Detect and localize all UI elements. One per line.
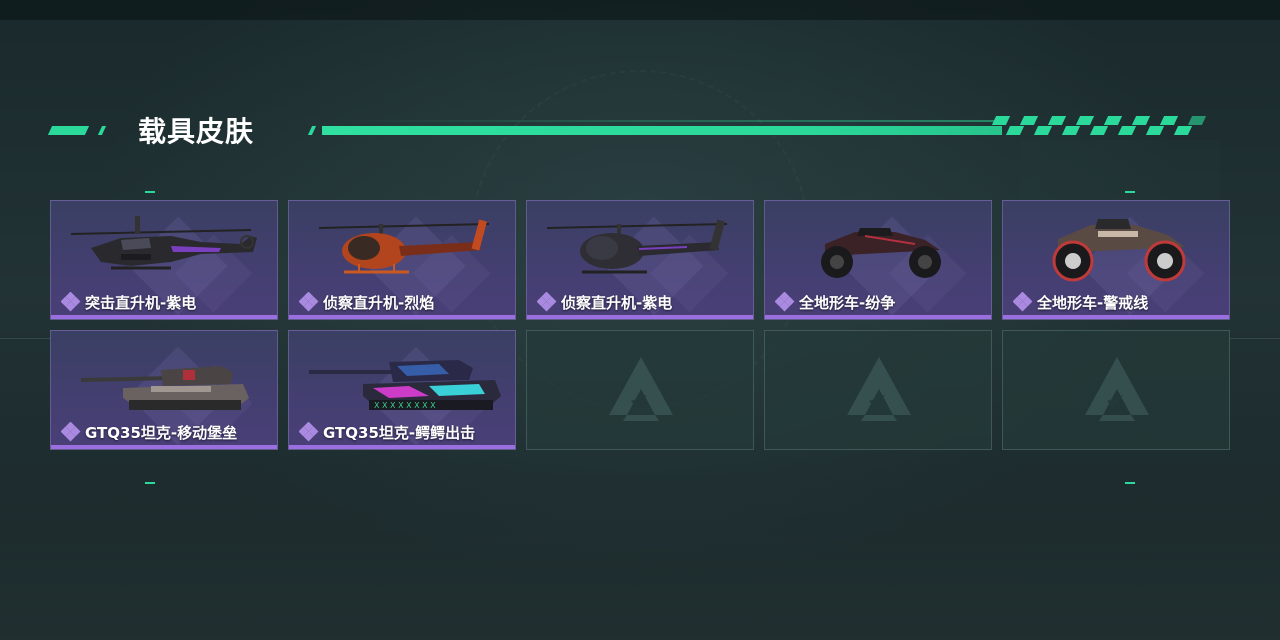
section-header: 载具皮肤 [0, 100, 1280, 160]
background-haze [0, 470, 1280, 640]
skin-card-scout-helicopter-violet[interactable]: 侦察直升机-紫电 [526, 200, 754, 320]
atv-icon [821, 228, 941, 278]
header-accent [307, 126, 317, 135]
skin-label: 突击直升机-紫电 [61, 292, 196, 312]
atv-icon [1052, 219, 1186, 282]
tank-icon: X X X X X X X X [309, 360, 501, 410]
skin-card-tank-crocodile-strike[interactable]: X X X X X X X X GTQ35坦克-鳄鳄出击 [288, 330, 516, 450]
skin-label: 侦察直升机-烈焰 [299, 292, 434, 312]
skin-card-tank-mobile-fortress[interactable]: GTQ35坦克-移动堡垒 [50, 330, 278, 450]
purple-rarity-icon [61, 292, 81, 312]
skin-card-attack-helicopter-violet[interactable]: 突击直升机-紫电 [50, 200, 278, 320]
tank-icon [80, 366, 249, 410]
corner-tick [145, 191, 155, 193]
skin-card-atv-discord[interactable]: 全地形车-纷争 [764, 200, 992, 320]
skin-label: 全地形车-警戒线 [1013, 292, 1148, 312]
corner-tick [1125, 482, 1135, 484]
svg-text:X X X X X X X X: X X X X X X X X [374, 401, 436, 410]
skin-label: GTQ35坦克-鳄鳄出击 [299, 422, 475, 442]
game-logo-icon [847, 357, 911, 421]
vehicle-skins-screen: 载具皮肤 突击直升机-紫电 侦察直升机-烈焰 侦察直升机-紫电 全地形车-纷争 … [0, 0, 1280, 640]
skin-name: 突击直升机-紫电 [85, 293, 197, 312]
skin-name: 全地形车-警戒线 [1037, 293, 1149, 312]
frame-line-right [1230, 338, 1280, 339]
skin-name: 全地形车-纷争 [799, 293, 896, 312]
purple-rarity-icon [61, 422, 81, 442]
attack-helicopter-icon [70, 216, 257, 270]
purple-rarity-icon [299, 422, 319, 442]
skin-label: GTQ35坦克-移动堡垒 [61, 422, 237, 442]
corner-tick [1125, 191, 1135, 193]
skin-label: 全地形车-纷争 [775, 292, 895, 312]
purple-rarity-icon [537, 292, 557, 312]
header-accent [97, 126, 107, 135]
top-strip [0, 0, 1280, 20]
game-logo-icon [1085, 357, 1149, 421]
header-accent [47, 126, 90, 135]
purple-rarity-icon [1013, 292, 1033, 312]
empty-skin-slot[interactable] [1002, 330, 1230, 450]
header-checker-pattern [990, 116, 1207, 135]
header-bar [322, 126, 1002, 135]
frame-line-left [0, 338, 50, 339]
skin-label: 侦察直升机-紫电 [537, 292, 672, 312]
skin-name: 侦察直升机-烈焰 [323, 293, 435, 312]
section-title: 载具皮肤 [138, 115, 255, 148]
game-logo-icon [609, 357, 673, 421]
purple-rarity-icon [775, 292, 795, 312]
empty-skin-slot[interactable] [526, 330, 754, 450]
empty-skin-slot[interactable] [764, 330, 992, 450]
skin-name: GTQ35坦克-鳄鳄出击 [323, 423, 476, 442]
purple-rarity-icon [299, 292, 319, 312]
corner-tick [145, 482, 155, 484]
skin-name: 侦察直升机-紫电 [561, 293, 673, 312]
skin-name: GTQ35坦克-移动堡垒 [85, 423, 238, 442]
scout-helicopter-icon [318, 219, 490, 274]
scout-helicopter-icon [546, 219, 728, 274]
skin-card-atv-cordon[interactable]: 全地形车-警戒线 [1002, 200, 1230, 320]
header-thin-line [330, 120, 1000, 122]
skin-card-scout-helicopter-flame[interactable]: 侦察直升机-烈焰 [288, 200, 516, 320]
